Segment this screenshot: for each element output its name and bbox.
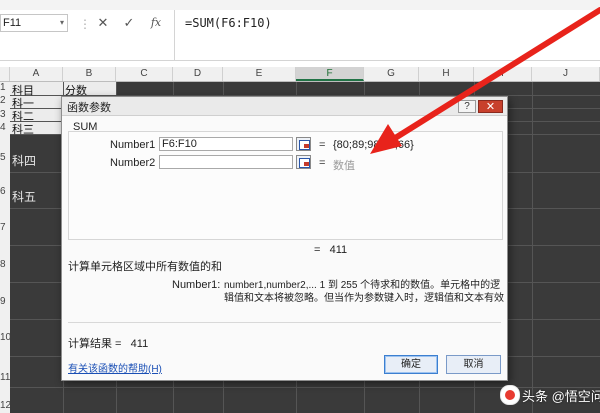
cell-a4[interactable]: 科三	[12, 121, 34, 137]
cancel-icon[interactable]: ✕	[92, 14, 114, 32]
row-header[interactable]: 12	[0, 400, 11, 411]
watermark: 头条 @悟空问答	[500, 385, 600, 405]
arg-label-number1: Number1	[110, 139, 156, 151]
row-header[interactable]: 10	[0, 332, 11, 343]
name-box-value: F11	[3, 17, 22, 29]
arg-description-text: number1,number2,... 1 到 255 个待求和的数值。单元格中…	[224, 280, 504, 304]
function-arguments-dialog: 函数参数 ? ✕ SUM Number1 F6:F10 = {80;89;98;…	[61, 96, 508, 381]
formula-input[interactable]: =SUM(F6:F10)	[185, 16, 272, 30]
row-header[interactable]: 8	[0, 259, 10, 270]
column-header[interactable]: H	[419, 67, 474, 81]
dialog-title: 函数参数	[67, 102, 111, 114]
select-all-corner[interactable]	[0, 67, 10, 81]
total-value: 411	[329, 244, 348, 256]
calc-result-label: 计算结果 =	[68, 338, 122, 350]
row-header[interactable]: 2	[0, 95, 10, 106]
column-header[interactable]: A	[10, 67, 63, 81]
formula-bar-divider	[174, 10, 175, 60]
arg-description-name: Number1:	[172, 279, 221, 291]
row-header[interactable]: 6	[0, 186, 10, 197]
collapse-dialog-icon[interactable]	[296, 155, 311, 169]
enter-icon[interactable]: ✓	[118, 14, 140, 32]
row-header[interactable]: 9	[0, 296, 10, 307]
ok-button[interactable]: 确定	[384, 355, 438, 374]
total-equals: =	[314, 244, 321, 256]
insert-function-icon[interactable]: fx	[145, 14, 167, 32]
column-header[interactable]: B	[63, 67, 116, 81]
cell-a6[interactable]: 科五	[12, 188, 36, 205]
function-help-link[interactable]: 有关该函数的帮助(H)	[68, 360, 162, 375]
calc-result-value: 411	[130, 338, 149, 350]
number1-input[interactable]: F6:F10	[159, 137, 293, 151]
row-header[interactable]: 11	[0, 372, 10, 383]
collapse-dialog-icon[interactable]	[296, 137, 311, 151]
column-header[interactable]: E	[223, 67, 296, 81]
arg-label-number2: Number2	[110, 157, 156, 169]
row-header[interactable]: 7	[0, 222, 10, 233]
formula-total: = 411	[314, 244, 347, 256]
number1-result: {80;89;98;78;66}	[333, 139, 414, 151]
name-box[interactable]: F11 ▾	[0, 14, 68, 32]
grid-line	[532, 82, 533, 413]
chevron-down-icon[interactable]: ▾	[57, 15, 67, 31]
cell-a5[interactable]: 科四	[12, 152, 36, 169]
dialog-divider	[68, 322, 501, 323]
function-description: 计算单元格区域中所有数值的和	[68, 261, 222, 273]
dialog-titlebar[interactable]: 函数参数 ? ✕	[62, 97, 507, 116]
column-header[interactable]: F	[296, 67, 364, 81]
cancel-button[interactable]: 取消	[446, 355, 501, 374]
calc-result: 计算结果 = 411	[68, 335, 148, 351]
column-header[interactable]: C	[116, 67, 173, 81]
row-header[interactable]: 4	[0, 122, 10, 133]
column-header[interactable]: I	[474, 67, 532, 81]
column-header[interactable]: J	[532, 67, 600, 81]
number2-result: 数值	[333, 160, 355, 172]
equals-sign: =	[319, 157, 326, 169]
watermark-text: 头条 @悟空问答	[522, 389, 600, 404]
row-header[interactable]: 5	[0, 152, 10, 163]
window-top-strip	[0, 0, 600, 10]
close-icon[interactable]: ✕	[478, 100, 503, 113]
row-header[interactable]: 1	[0, 82, 10, 93]
column-headers: A B C D E F G H I J	[0, 67, 600, 82]
number2-input[interactable]	[159, 155, 293, 169]
arguments-panel: Number1 F6:F10 = {80;89;98;78;66} Number…	[68, 131, 503, 240]
drag-handle-icon[interactable]: ⋮	[79, 17, 91, 31]
formula-bar: F11 ▾ ⋮ ✕ ✓ fx =SUM(F6:F10)	[0, 10, 600, 61]
column-header[interactable]: G	[364, 67, 419, 81]
row-header[interactable]: 3	[0, 109, 10, 120]
help-icon[interactable]: ?	[458, 100, 476, 113]
logo-icon	[500, 385, 520, 405]
equals-sign: =	[319, 139, 326, 151]
column-header[interactable]: D	[173, 67, 223, 81]
